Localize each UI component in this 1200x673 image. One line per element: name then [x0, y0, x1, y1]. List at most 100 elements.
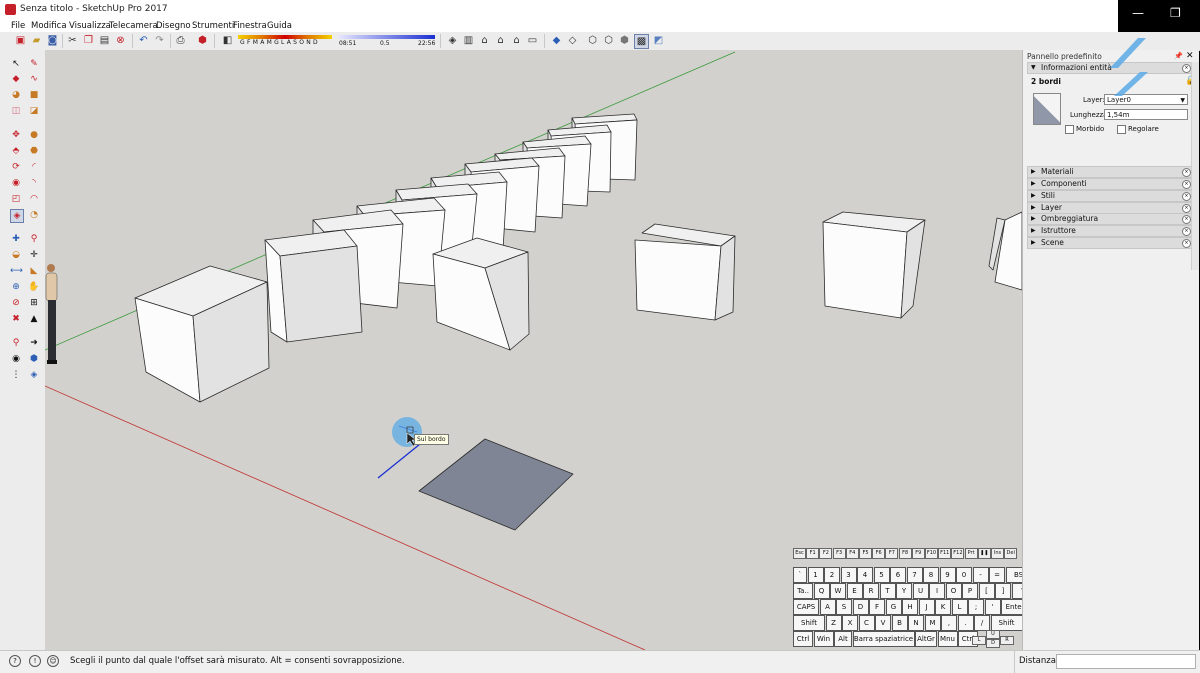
new-file-icon[interactable]: ▣: [14, 34, 27, 47]
copy-icon[interactable]: ❐: [82, 34, 95, 47]
section-plane-icon[interactable]: ◣: [28, 265, 40, 277]
key-row4-10[interactable]: /: [974, 615, 990, 631]
section-materials[interactable]: ▶ Materiali ×: [1027, 166, 1194, 178]
key-14[interactable]: ❚❚: [977, 548, 991, 559]
key-row1-4[interactable]: 4: [857, 567, 873, 583]
pencil-line-icon[interactable]: ✎: [28, 58, 40, 70]
close-section-icon[interactable]: ×: [1182, 180, 1191, 189]
front-view-icon[interactable]: ⌂: [478, 34, 491, 47]
warehouse-icon[interactable]: ⬢: [28, 353, 40, 365]
open-folder-icon[interactable]: ▰: [30, 34, 43, 47]
shaded-textures-icon[interactable]: ▩: [634, 34, 649, 49]
top-view-icon[interactable]: ▥: [462, 34, 475, 47]
shadow-time-slider[interactable]: [339, 35, 435, 39]
erase-icon[interactable]: ⊗: [114, 34, 127, 47]
key-row5-5[interactable]: Mnu: [937, 631, 958, 647]
left-view-icon[interactable]: ▭: [526, 34, 539, 47]
key-row3-8[interactable]: K: [935, 599, 951, 615]
zoom-extents-icon[interactable]: ✖: [10, 313, 22, 325]
key-0[interactable]: Esc: [793, 548, 806, 559]
close-section-icon[interactable]: ×: [1182, 64, 1191, 73]
material-swatch[interactable]: [1033, 93, 1061, 125]
monochrome-icon[interactable]: ◩: [652, 34, 665, 47]
menu-edit[interactable]: Modifica: [31, 20, 67, 32]
key-row4-7[interactable]: M: [924, 615, 941, 631]
key-row1-7[interactable]: 7: [906, 567, 923, 583]
menu-window[interactable]: Finestra: [233, 20, 267, 32]
key-row4-6[interactable]: N: [908, 615, 924, 631]
wireframe-icon[interactable]: ⬡: [586, 34, 599, 47]
arrow-key-up[interactable]: U: [986, 630, 1000, 639]
key-row3-2[interactable]: S: [836, 599, 852, 615]
key-row3-7[interactable]: J: [918, 599, 935, 615]
key-row2-6[interactable]: Y: [896, 583, 912, 599]
arc-icon[interactable]: ◜: [28, 161, 40, 173]
right-view-icon[interactable]: ⌂: [494, 34, 507, 47]
key-15[interactable]: Ins: [991, 548, 1004, 559]
zoom-icon[interactable]: ⊘: [10, 297, 22, 309]
key-row5-2[interactable]: Alt: [834, 631, 852, 647]
back-view-icon[interactable]: ⌂: [510, 34, 523, 47]
key-row2-0[interactable]: Ta..: [793, 583, 813, 599]
key-row4-2[interactable]: X: [842, 615, 858, 631]
key-row3-1[interactable]: A: [819, 599, 836, 615]
key-row1-13[interactable]: BS: [1005, 567, 1022, 583]
tray-close-icon[interactable]: ✕: [1186, 51, 1194, 61]
key-row1-3[interactable]: 3: [840, 567, 857, 583]
close-section-icon[interactable]: ×: [1182, 239, 1191, 248]
key-row4-5[interactable]: B: [891, 615, 908, 631]
close-section-icon[interactable]: ×: [1182, 215, 1191, 224]
paste-icon[interactable]: ▤: [98, 34, 111, 47]
smooth-checkbox[interactable]: [1065, 125, 1074, 134]
length-field[interactable]: 1,54m: [1104, 109, 1188, 120]
pie-icon[interactable]: ◔: [28, 209, 40, 221]
key-row4-8[interactable]: ,: [941, 615, 957, 631]
walk-icon[interactable]: ➜: [28, 337, 40, 349]
key-row2-7[interactable]: U: [912, 583, 929, 599]
shaded-icon[interactable]: ⬢: [618, 34, 631, 47]
section-instructor[interactable]: ▶ Istruttore ×: [1027, 225, 1194, 237]
menu-view[interactable]: Visualizza: [69, 20, 111, 32]
pan-icon[interactable]: ✋: [28, 281, 40, 293]
save-icon[interactable]: ◙: [46, 34, 59, 47]
menu-camera[interactable]: Telecamera: [109, 20, 158, 32]
key-16[interactable]: Del: [1004, 548, 1018, 559]
footprints-icon[interactable]: ⋮: [10, 369, 22, 381]
orbit-icon[interactable]: ⊕: [10, 281, 22, 293]
key-row2-10[interactable]: P: [962, 583, 978, 599]
two-point-arc-icon[interactable]: ◝: [28, 177, 40, 189]
close-section-icon[interactable]: ×: [1182, 204, 1191, 213]
menu-draw[interactable]: Disegno: [156, 20, 191, 32]
key-row2-12[interactable]: ]: [995, 583, 1011, 599]
key-row5-1[interactable]: Win: [813, 631, 834, 647]
cut-icon[interactable]: ✂: [66, 34, 79, 47]
protractor-icon[interactable]: ◒: [10, 249, 22, 261]
hidden-line-icon[interactable]: ⬡: [602, 34, 615, 47]
key-row4-4[interactable]: V: [875, 615, 891, 631]
scale-icon[interactable]: ◰: [10, 193, 22, 205]
key-4[interactable]: F4: [845, 548, 859, 559]
select-icon[interactable]: ↖: [10, 58, 22, 70]
key-row4-9[interactable]: .: [957, 615, 974, 631]
redo-icon[interactable]: ↷: [153, 34, 166, 47]
arrow-key-right[interactable]: R: [1000, 636, 1014, 645]
key-13[interactable]: Prt: [964, 548, 978, 559]
key-5[interactable]: F5: [859, 548, 872, 559]
key-row3-0[interactable]: CAPS: [793, 599, 819, 615]
section-components[interactable]: ▶ Componenti ×: [1027, 178, 1194, 190]
key-row2-2[interactable]: W: [830, 583, 846, 599]
soften-checkbox[interactable]: [1117, 125, 1126, 134]
key-row1-10[interactable]: 0: [956, 567, 972, 583]
key-row3-6[interactable]: H: [902, 599, 918, 615]
geo-location-icon[interactable]: ?: [9, 655, 21, 667]
sign-in-icon[interactable]: ☺: [47, 655, 59, 667]
key-row1-12[interactable]: =: [989, 567, 1005, 583]
key-row2-11[interactable]: [: [978, 583, 995, 599]
rotate-icon[interactable]: ⟳: [10, 161, 22, 173]
push-pull-icon[interactable]: ⬘: [10, 145, 22, 157]
dimension-icon[interactable]: ⟷: [10, 265, 23, 277]
close-section-icon[interactable]: ×: [1182, 168, 1191, 177]
minimize-icon[interactable]: —: [1132, 6, 1144, 20]
rectangle-icon[interactable]: ■: [28, 89, 40, 101]
paint-bucket-icon[interactable]: ◕: [10, 89, 22, 101]
